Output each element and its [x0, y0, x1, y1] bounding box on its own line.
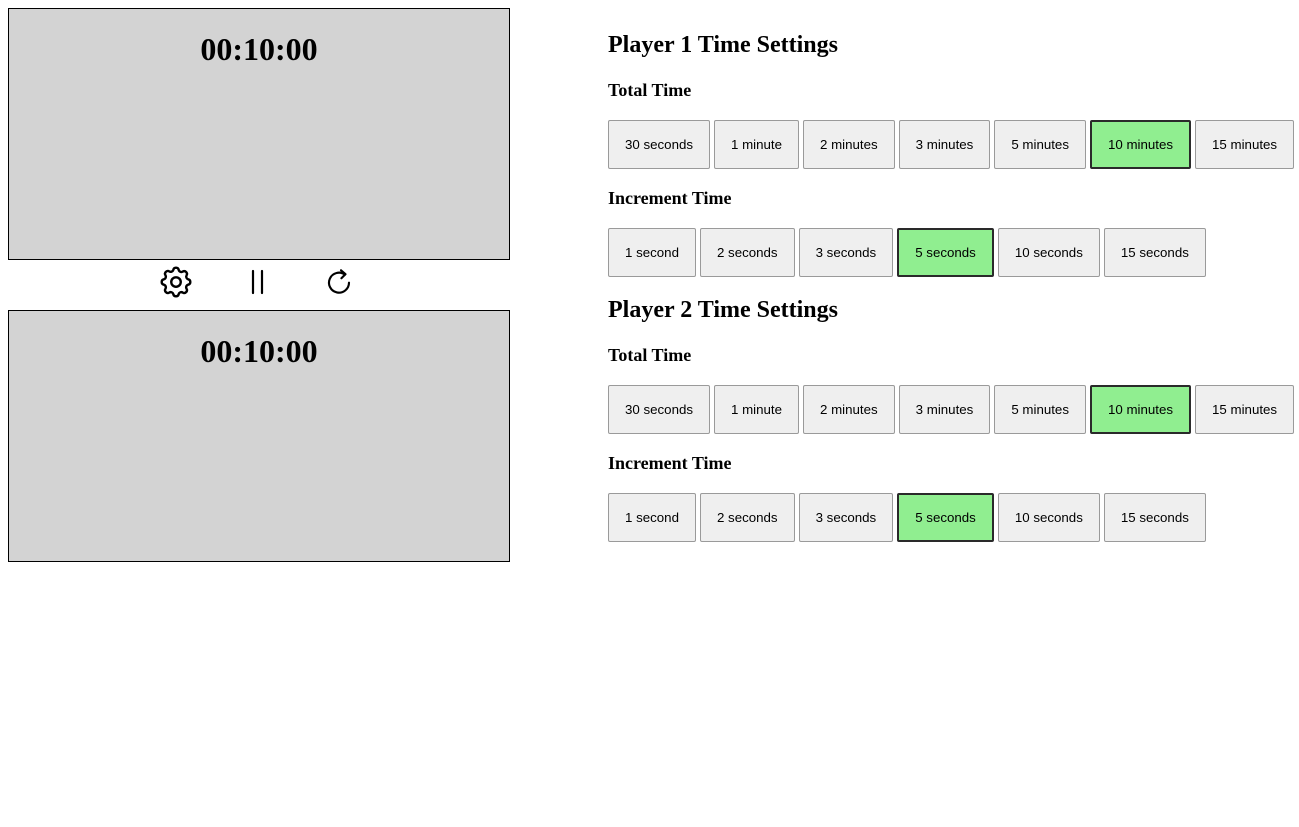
- player2-total-time-option[interactable]: 30 seconds: [608, 385, 711, 434]
- player1-total-time-option[interactable]: 30 seconds: [608, 120, 711, 169]
- player2-total-time-label: Total Time: [608, 345, 692, 365]
- player2-increment-option[interactable]: 5 seconds: [897, 493, 994, 542]
- player2-increment-label: Increment Time: [608, 453, 732, 473]
- player1-increment-option[interactable]: 10 seconds: [997, 228, 1100, 277]
- player1-heading: Player 1 Time Settings: [608, 32, 838, 58]
- player1-increment-label: Increment Time: [608, 188, 732, 208]
- reset-icon[interactable]: [319, 262, 359, 302]
- player2-total-time-options: 30 seconds 1 minute 2 minutes 3 minutes 5 mi…: [608, 385, 1295, 434]
- player2-total-time-option[interactable]: 5 minutes: [994, 385, 1086, 434]
- player2-total-time-option[interactable]: 10 minutes: [1089, 385, 1192, 434]
- player-clock-bottom[interactable]: 00:10:00: [8, 310, 510, 562]
- player1-total-time-option[interactable]: 1 minute: [714, 120, 800, 169]
- player2-increment-option[interactable]: 1 second: [608, 493, 696, 542]
- player1-increment-option[interactable]: 15 seconds: [1103, 228, 1206, 277]
- clock-time-top: 00:10:00: [200, 31, 318, 67]
- player1-total-time-options: 30 seconds 1 minute 2 minutes 3 minutes 5 mi…: [608, 120, 1295, 169]
- player1-increment-option[interactable]: 3 seconds: [798, 228, 894, 277]
- player1-total-time-option[interactable]: 2 minutes: [803, 120, 895, 169]
- player2-increment-option[interactable]: 3 seconds: [798, 493, 894, 542]
- clock-controls: [8, 262, 510, 306]
- player2-increment-option[interactable]: 2 seconds: [699, 493, 795, 542]
- player2-total-time-option[interactable]: 1 minute: [714, 385, 800, 434]
- pause-icon[interactable]: [237, 262, 277, 302]
- player1-total-time-option[interactable]: 5 minutes: [994, 120, 1086, 169]
- player1-increment-options: 1 second 2 seconds 3 seconds 5 seconds 10 se…: [608, 228, 1206, 277]
- player2-total-time-option[interactable]: 15 minutes: [1195, 385, 1295, 434]
- player2-total-time-option[interactable]: 3 minutes: [898, 385, 991, 434]
- clock-time-bottom: 00:10:00: [200, 333, 318, 369]
- player2-heading: Player 2 Time Settings: [608, 297, 838, 323]
- player2-increment-options: 1 second 2 seconds 3 seconds 5 seconds 10 se…: [608, 493, 1206, 542]
- player2-increment-option[interactable]: 15 seconds: [1103, 493, 1206, 542]
- player2-increment-option[interactable]: 10 seconds: [997, 493, 1100, 542]
- player1-total-time-option[interactable]: 3 minutes: [898, 120, 991, 169]
- player-clock-top[interactable]: 00:10:00: [8, 8, 510, 260]
- player1-increment-option[interactable]: 2 seconds: [699, 228, 795, 277]
- player1-total-time-label: Total Time: [608, 80, 692, 100]
- player1-increment-option[interactable]: 5 seconds: [897, 228, 994, 277]
- player1-increment-option[interactable]: 1 second: [608, 228, 696, 277]
- player1-total-time-option[interactable]: 15 minutes: [1195, 120, 1295, 169]
- player1-total-time-option[interactable]: 10 minutes: [1089, 120, 1192, 169]
- gear-icon[interactable]: [156, 262, 196, 302]
- player2-total-time-option[interactable]: 2 minutes: [803, 385, 895, 434]
